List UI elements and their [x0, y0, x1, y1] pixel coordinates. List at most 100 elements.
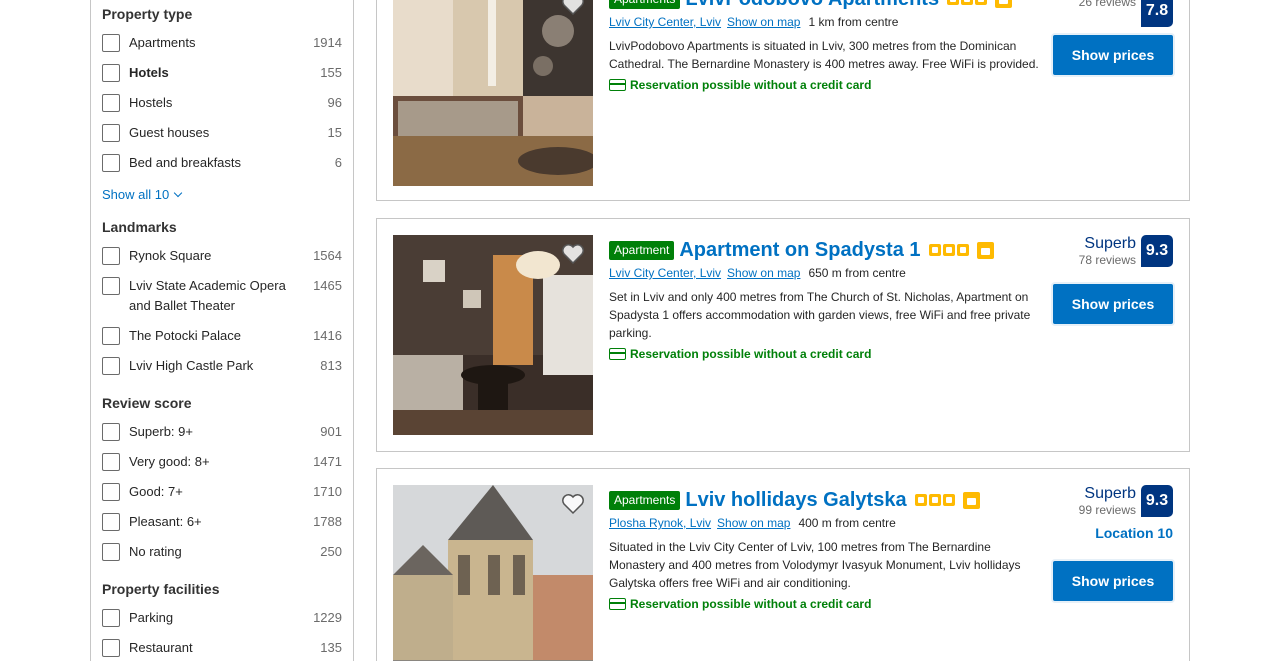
star-icon: [928, 494, 941, 506]
filter-count: 250: [320, 544, 342, 559]
show-on-map-link[interactable]: Show on map: [717, 516, 790, 530]
filter-potocki-palace[interactable]: The Potocki Palace 1416: [102, 327, 342, 346]
star-icon: [914, 494, 927, 506]
checkbox[interactable]: [102, 543, 120, 561]
filter-hotels[interactable]: Hotels 155: [102, 64, 342, 83]
checkbox[interactable]: [102, 34, 120, 52]
type-badge: Apartments: [609, 490, 681, 510]
heart-icon[interactable]: [561, 493, 585, 515]
property-card: Apartments LvivPodobovo Apartments Lviv …: [376, 0, 1190, 201]
heart-icon[interactable]: [561, 0, 585, 16]
show-on-map-link[interactable]: Show on map: [727, 266, 800, 280]
show-prices-button[interactable]: Show prices: [1053, 561, 1173, 601]
distance-text: 1 km from centre: [808, 15, 899, 29]
review-score[interactable]: 26 reviews 7.8: [1079, 0, 1173, 27]
filter-count: 1710: [313, 484, 342, 499]
filter-label: Rynok Square: [129, 248, 212, 263]
checkbox[interactable]: [102, 609, 120, 627]
checkbox[interactable]: [102, 124, 120, 142]
review-count: 78 reviews: [1078, 253, 1136, 267]
filter-apartments[interactable]: Apartments 1914: [102, 34, 342, 53]
score-label: Superb: [1084, 235, 1136, 252]
property-description: LvivPodobovo Apartments is situated in L…: [609, 39, 1039, 71]
property-photo[interactable]: [393, 0, 593, 186]
checkbox[interactable]: [102, 639, 120, 657]
filter-label: Parking: [129, 610, 174, 625]
review-score[interactable]: Superb 78 reviews 9.3: [1079, 235, 1173, 267]
filter-very-good[interactable]: Very good: 8+ 1471: [102, 453, 342, 472]
show-prices-button[interactable]: Show prices: [1053, 284, 1173, 324]
chevron-down-icon: [173, 188, 183, 197]
checkbox[interactable]: [102, 94, 120, 112]
filter-hostels[interactable]: Hostels 96: [102, 94, 342, 113]
property-name-link[interactable]: LvivPodobovo Apartments: [685, 0, 939, 11]
star-icon: [942, 494, 955, 506]
location-link[interactable]: Plosha Rynok, Lviv: [609, 516, 711, 530]
property-name-link[interactable]: Apartment on Spadysta 1: [679, 239, 920, 262]
checkbox[interactable]: [102, 154, 120, 172]
property-info: Apartment Apartment on Spadysta 1 Lviv C…: [609, 238, 1039, 361]
filter-count: 1788: [313, 514, 342, 529]
property-description: Set in Lviv and only 400 metres from The…: [609, 290, 1031, 340]
star-icon: [942, 244, 955, 256]
checkbox[interactable]: [102, 247, 120, 265]
property-name-link[interactable]: Lviv hollidays Galytska: [685, 489, 906, 512]
filter-count: 96: [327, 95, 342, 110]
filter-label: Superb: 9+: [129, 424, 193, 439]
filter-superb[interactable]: Superb: 9+ 901: [102, 423, 342, 442]
star-icon: [975, 0, 988, 5]
property-photo[interactable]: [393, 485, 593, 661]
filter-guest-houses[interactable]: Guest houses 15: [102, 124, 342, 143]
property-info: Apartments LvivPodobovo Apartments Lviv …: [609, 0, 1039, 92]
score-badge: 7.8: [1141, 0, 1173, 27]
filter-count: 813: [320, 358, 342, 373]
filter-label: Pleasant: 6+: [129, 514, 202, 529]
filter-count: 1229: [313, 610, 342, 625]
checkbox[interactable]: [102, 277, 120, 295]
star-icon: [961, 0, 974, 5]
review-count: 26 reviews: [1078, 0, 1136, 9]
show-prices-button[interactable]: Show prices: [1053, 35, 1173, 75]
filter-parking[interactable]: Parking 1229: [102, 609, 342, 628]
checkbox[interactable]: [102, 483, 120, 501]
photo-apartment-interior: [393, 235, 593, 435]
checkbox[interactable]: [102, 64, 120, 82]
filter-label: Good: 7+: [129, 484, 183, 499]
filter-pleasant[interactable]: Pleasant: 6+ 1788: [102, 513, 342, 532]
score-label: Superb: [1084, 485, 1136, 502]
heart-icon[interactable]: [561, 243, 585, 265]
checkbox[interactable]: [102, 327, 120, 345]
filter-good[interactable]: Good: 7+ 1710: [102, 483, 342, 502]
distance-text: 400 m from centre: [798, 516, 896, 530]
filter-rynok-square[interactable]: Rynok Square 1564: [102, 247, 342, 266]
review-score[interactable]: Superb 99 reviews 9.3 Location 10: [1079, 485, 1173, 541]
distance-text: 650 m from centre: [808, 266, 906, 280]
checkbox[interactable]: [102, 357, 120, 375]
landmarks-title: Landmarks: [102, 219, 177, 235]
checkbox[interactable]: [102, 423, 120, 441]
location-link[interactable]: Lviv City Center, Lviv: [609, 266, 721, 280]
location-link[interactable]: Lviv City Center, Lviv: [609, 15, 721, 29]
filter-count: 15: [327, 125, 342, 140]
filter-label: Very good: 8+: [129, 454, 210, 469]
filter-high-castle-park[interactable]: Lviv High Castle Park 813: [102, 357, 342, 376]
show-on-map-link[interactable]: Show on map: [727, 15, 800, 29]
facilities-title: Property facilities: [102, 581, 220, 597]
show-all-link[interactable]: Show all 10: [102, 187, 183, 202]
filter-no-rating[interactable]: No rating 250: [102, 543, 342, 562]
filter-label: Apartments: [129, 35, 196, 50]
score-badge: 9.3: [1141, 235, 1173, 267]
property-photo[interactable]: [393, 235, 593, 435]
type-badge: Apartments: [609, 0, 681, 9]
checkbox[interactable]: [102, 453, 120, 471]
filter-restaurant[interactable]: Restaurant 135: [102, 639, 342, 658]
checkbox[interactable]: [102, 513, 120, 531]
filter-label: The Potocki Palace: [129, 328, 242, 343]
type-badge: Apartment: [609, 240, 675, 260]
filter-bed-and-breakfasts[interactable]: Bed and breakfasts 6: [102, 154, 342, 173]
reservation-note: Reservation possible without a credit ca…: [630, 597, 872, 611]
score-badge: 9.3: [1141, 485, 1173, 517]
thumbs-up-icon: [962, 491, 980, 509]
filter-count: 1564: [313, 248, 342, 263]
filter-opera-theater[interactable]: Lviv State Academic Opera and Ballet The…: [102, 277, 342, 316]
